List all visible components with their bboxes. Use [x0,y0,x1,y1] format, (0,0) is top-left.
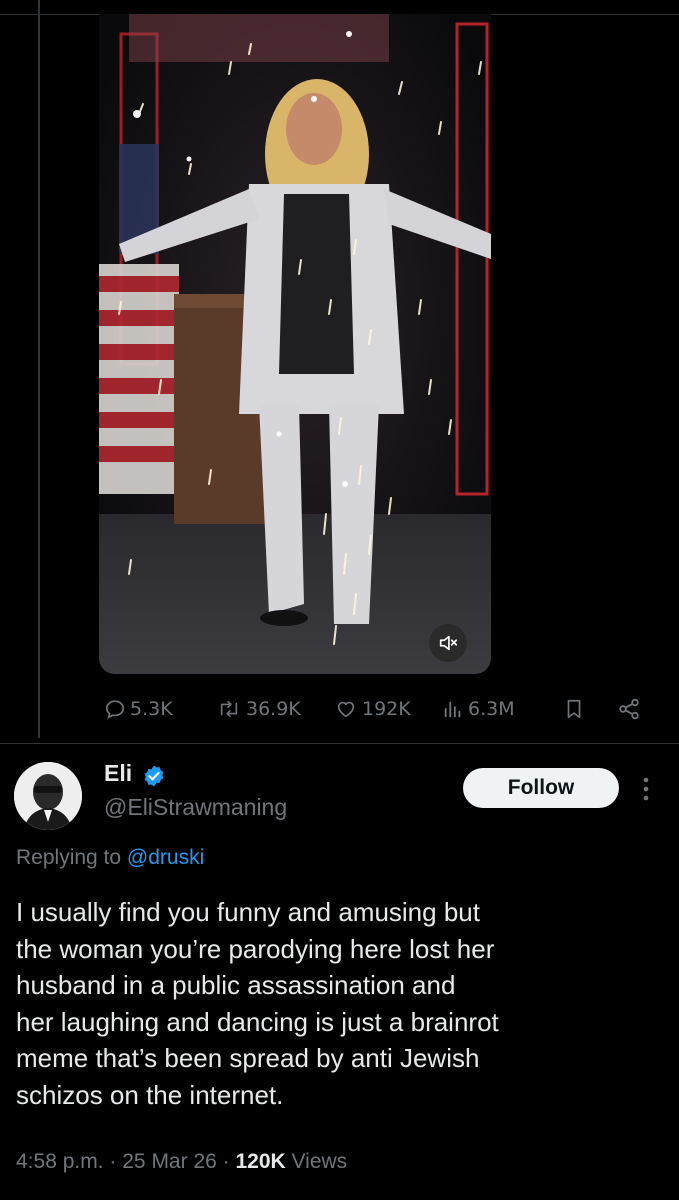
tweet-date[interactable]: 25 Mar 26 [122,1150,217,1173]
meta-separator: · [222,1150,230,1173]
speech-bubble-icon [105,700,125,719]
thread-connector-line [38,0,40,738]
tweet-metadata: 4:58 p.m. · 25 Mar 26 · 120K Views [16,1150,347,1174]
tweet-detail-page: 5.3K 36.9K 192K 6.3M Eli @EliStrawmaning… [0,0,679,1200]
replying-to-mention[interactable]: @druski [127,846,204,869]
follow-button[interactable]: Follow [463,768,619,808]
verified-badge-icon [144,765,164,787]
user-handle[interactable]: @EliStrawmaning [104,794,287,821]
tweet-views-label: Views [291,1150,348,1173]
bookmark-icon [567,699,581,719]
tweet-time[interactable]: 4:58 p.m. [16,1150,104,1173]
replying-prefix: Replying to [16,846,122,869]
mute-button[interactable] [429,624,467,662]
tweet-views-count: 120K [235,1150,286,1173]
tweet-video[interactable] [99,14,491,674]
view-count: 6.3M [468,698,515,720]
share-icon [619,698,639,720]
reply-action[interactable]: 5.3K [104,694,173,724]
share-action[interactable] [617,694,641,724]
muted-speaker-icon [439,635,458,651]
repost-action[interactable]: 36.9K [216,694,301,724]
section-divider [0,743,679,744]
like-action[interactable]: 192K [334,694,411,724]
avatar-image [14,762,82,830]
heart-icon [337,701,355,718]
like-count: 192K [362,698,411,720]
bar-chart-icon [444,701,461,718]
bookmark-action[interactable] [563,694,585,724]
avatar[interactable] [14,762,82,830]
views-action[interactable]: 6.3M [442,694,515,724]
repost-icon [220,700,238,718]
reply-count: 5.3K [130,698,173,720]
display-name[interactable]: Eli [104,760,132,787]
video-frame [99,14,491,674]
replying-to-line: Replying to @druski [16,846,204,870]
more-vertical-icon[interactable] [642,776,650,802]
tweet-action-bar: 5.3K 36.9K 192K 6.3M [100,694,660,724]
meta-separator: · [109,1150,117,1173]
repost-count: 36.9K [246,698,301,720]
reply-text: I usually find you funny and amusing but… [16,897,499,1110]
